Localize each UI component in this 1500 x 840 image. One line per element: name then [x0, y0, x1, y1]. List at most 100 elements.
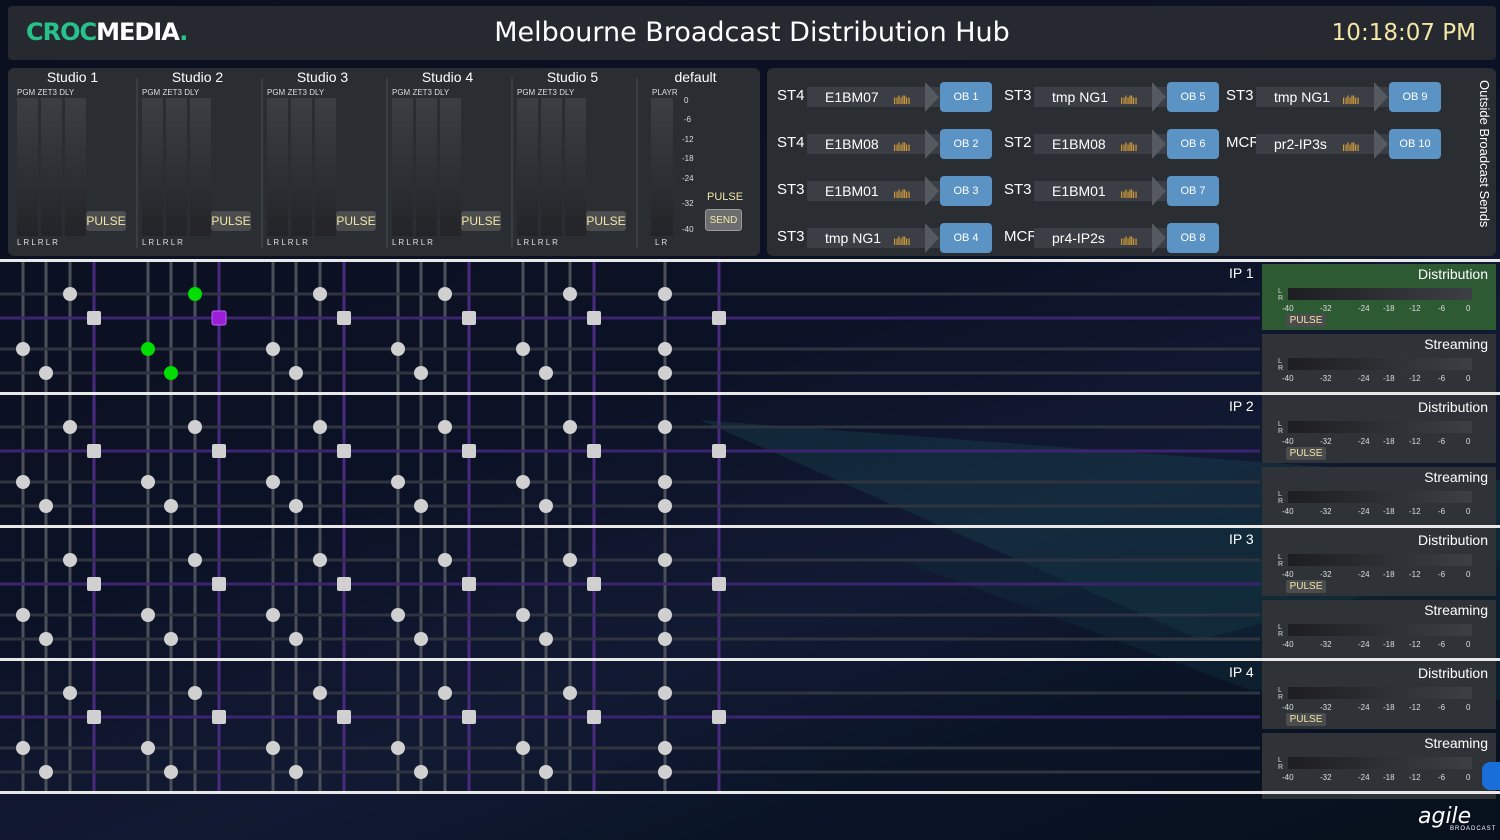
matrix-crosspoint[interactable]	[563, 553, 577, 567]
matrix-crosspoint[interactable]	[39, 632, 53, 646]
matrix-crosspoint[interactable]	[188, 553, 202, 567]
matrix-crosspoint[interactable]	[16, 741, 30, 755]
pulse-button[interactable]: PULSE	[1286, 580, 1326, 593]
matrix-crosspoint[interactable]	[414, 632, 428, 646]
ob-feed[interactable]: E1BM08 ıılıllıı	[1034, 134, 1168, 154]
matrix-crosspoint[interactable]	[516, 475, 530, 489]
matrix-crosspoint[interactable]	[438, 420, 452, 434]
ob-feed[interactable]: E1BM08 ıılıllıı	[807, 134, 941, 154]
matrix-crosspoint[interactable]	[63, 420, 77, 434]
matrix-crosspoint-square[interactable]	[462, 444, 476, 458]
pulse-button[interactable]: PULSE	[1286, 447, 1326, 460]
ob-feed[interactable]: pr2-IP3s ıılıllıı	[1256, 134, 1390, 154]
matrix-crosspoint[interactable]	[391, 475, 405, 489]
pulse-button[interactable]: PULSE	[336, 211, 376, 231]
ob-destination-button[interactable]: OB 9	[1389, 82, 1441, 112]
ob-destination-button[interactable]: OB 10	[1389, 129, 1441, 159]
matrix-crosspoint[interactable]	[516, 608, 530, 622]
matrix-crosspoint[interactable]	[63, 686, 77, 700]
pulse-button[interactable]: PULSE	[211, 211, 251, 231]
matrix-crosspoint-square[interactable]	[587, 577, 601, 591]
matrix-crosspoint[interactable]	[563, 420, 577, 434]
matrix-crosspoint[interactable]	[391, 342, 405, 356]
matrix-crosspoint[interactable]	[289, 366, 303, 380]
matrix-crosspoint-square[interactable]	[337, 311, 351, 325]
matrix-crosspoint[interactable]	[658, 287, 672, 301]
pulse-button[interactable]: PULSE	[1286, 314, 1326, 327]
matrix-crosspoint[interactable]	[658, 475, 672, 489]
matrix-crosspoint[interactable]	[266, 342, 280, 356]
ob-destination-button[interactable]: OB 5	[1167, 82, 1219, 112]
matrix-crosspoint[interactable]	[188, 420, 202, 434]
matrix-crosspoint[interactable]	[266, 475, 280, 489]
matrix-crosspoint-square[interactable]	[337, 577, 351, 591]
ob-destination-button[interactable]: OB 7	[1167, 176, 1219, 206]
matrix-crosspoint[interactable]	[658, 765, 672, 779]
matrix-crosspoint[interactable]	[391, 608, 405, 622]
ob-feed[interactable]: tmp NG1 ıılıllıı	[1034, 87, 1168, 107]
matrix-crosspoint-square[interactable]	[712, 311, 726, 325]
matrix-crosspoint-square[interactable]	[87, 311, 101, 325]
matrix-crosspoint[interactable]	[658, 342, 672, 356]
matrix-crosspoint-square[interactable]	[462, 710, 476, 724]
ob-destination-button[interactable]: OB 3	[940, 176, 992, 206]
matrix-crosspoint[interactable]	[164, 366, 178, 380]
matrix-crosspoint[interactable]	[164, 499, 178, 513]
pulse-button[interactable]: PULSE	[461, 211, 501, 231]
matrix-crosspoint[interactable]	[658, 366, 672, 380]
ob-destination-button[interactable]: OB 2	[940, 129, 992, 159]
matrix-crosspoint[interactable]	[658, 686, 672, 700]
ob-feed[interactable]: E1BM01 ıılıllıı	[1034, 181, 1168, 201]
matrix-crosspoint[interactable]	[539, 499, 553, 513]
matrix-crosspoint[interactable]	[658, 632, 672, 646]
matrix-crosspoint[interactable]	[539, 632, 553, 646]
ob-feed[interactable]: pr4-IP2s ıılıllıı	[1034, 228, 1168, 248]
matrix-crosspoint[interactable]	[658, 553, 672, 567]
matrix-crosspoint[interactable]	[414, 366, 428, 380]
ob-destination-button[interactable]: OB 4	[940, 223, 992, 253]
distribution-output[interactable]: Distribution L R -40 -32 -24 -18 -12 -6 0 PULSE	[1262, 663, 1496, 729]
matrix-crosspoint-square[interactable]	[462, 311, 476, 325]
matrix-crosspoint[interactable]	[391, 741, 405, 755]
matrix-crosspoint-square[interactable]	[462, 577, 476, 591]
pulse-button[interactable]: PULSE	[86, 211, 126, 231]
matrix-crosspoint-square[interactable]	[87, 577, 101, 591]
distribution-output[interactable]: Distribution L R -40 -32 -24 -18 -12 -6 0 PULSE	[1262, 530, 1496, 596]
matrix-crosspoint[interactable]	[164, 765, 178, 779]
matrix-crosspoint-square[interactable]	[212, 444, 226, 458]
matrix-crosspoint[interactable]	[16, 608, 30, 622]
matrix-crosspoint[interactable]	[313, 686, 327, 700]
matrix-crosspoint-square[interactable]	[337, 444, 351, 458]
matrix-crosspoint[interactable]	[164, 632, 178, 646]
matrix-crosspoint-square[interactable]	[587, 710, 601, 724]
matrix-crosspoint[interactable]	[438, 553, 452, 567]
matrix-crosspoint[interactable]	[438, 287, 452, 301]
pulse-button[interactable]: PULSE	[1286, 713, 1326, 726]
ob-feed[interactable]: E1BM01 ıılıllıı	[807, 181, 941, 201]
matrix-crosspoint-square[interactable]	[212, 577, 226, 591]
matrix-crosspoint[interactable]	[39, 499, 53, 513]
matrix-crosspoint-square[interactable]	[587, 444, 601, 458]
ob-feed[interactable]: tmp NG1 ıılıllıı	[807, 228, 941, 248]
streaming-output[interactable]: Streaming L R -40 -32 -24 -18 -12 -6 0	[1262, 334, 1496, 400]
matrix-crosspoint[interactable]	[516, 342, 530, 356]
matrix-crosspoint[interactable]	[16, 342, 30, 356]
matrix-crosspoint[interactable]	[414, 765, 428, 779]
matrix-crosspoint[interactable]	[313, 420, 327, 434]
matrix-crosspoint[interactable]	[39, 765, 53, 779]
matrix-crosspoint[interactable]	[141, 342, 155, 356]
matrix-crosspoint[interactable]	[266, 741, 280, 755]
matrix-crosspoint-square[interactable]	[587, 311, 601, 325]
matrix-crosspoint-square[interactable]	[712, 444, 726, 458]
ob-destination-button[interactable]: OB 1	[940, 82, 992, 112]
matrix-crosspoint[interactable]	[658, 608, 672, 622]
matrix-crosspoint[interactable]	[16, 475, 30, 489]
streaming-output[interactable]: Streaming L R -40 -32 -24 -18 -12 -6 0	[1262, 733, 1496, 799]
matrix-crosspoint[interactable]	[141, 608, 155, 622]
matrix-crosspoint-square[interactable]	[211, 310, 227, 326]
matrix-crosspoint-square[interactable]	[212, 710, 226, 724]
matrix-crosspoint[interactable]	[563, 686, 577, 700]
matrix-crosspoint[interactable]	[188, 686, 202, 700]
distribution-output[interactable]: Distribution L R -40 -32 -24 -18 -12 -6 0 PULSE	[1262, 397, 1496, 463]
matrix-crosspoint[interactable]	[141, 741, 155, 755]
